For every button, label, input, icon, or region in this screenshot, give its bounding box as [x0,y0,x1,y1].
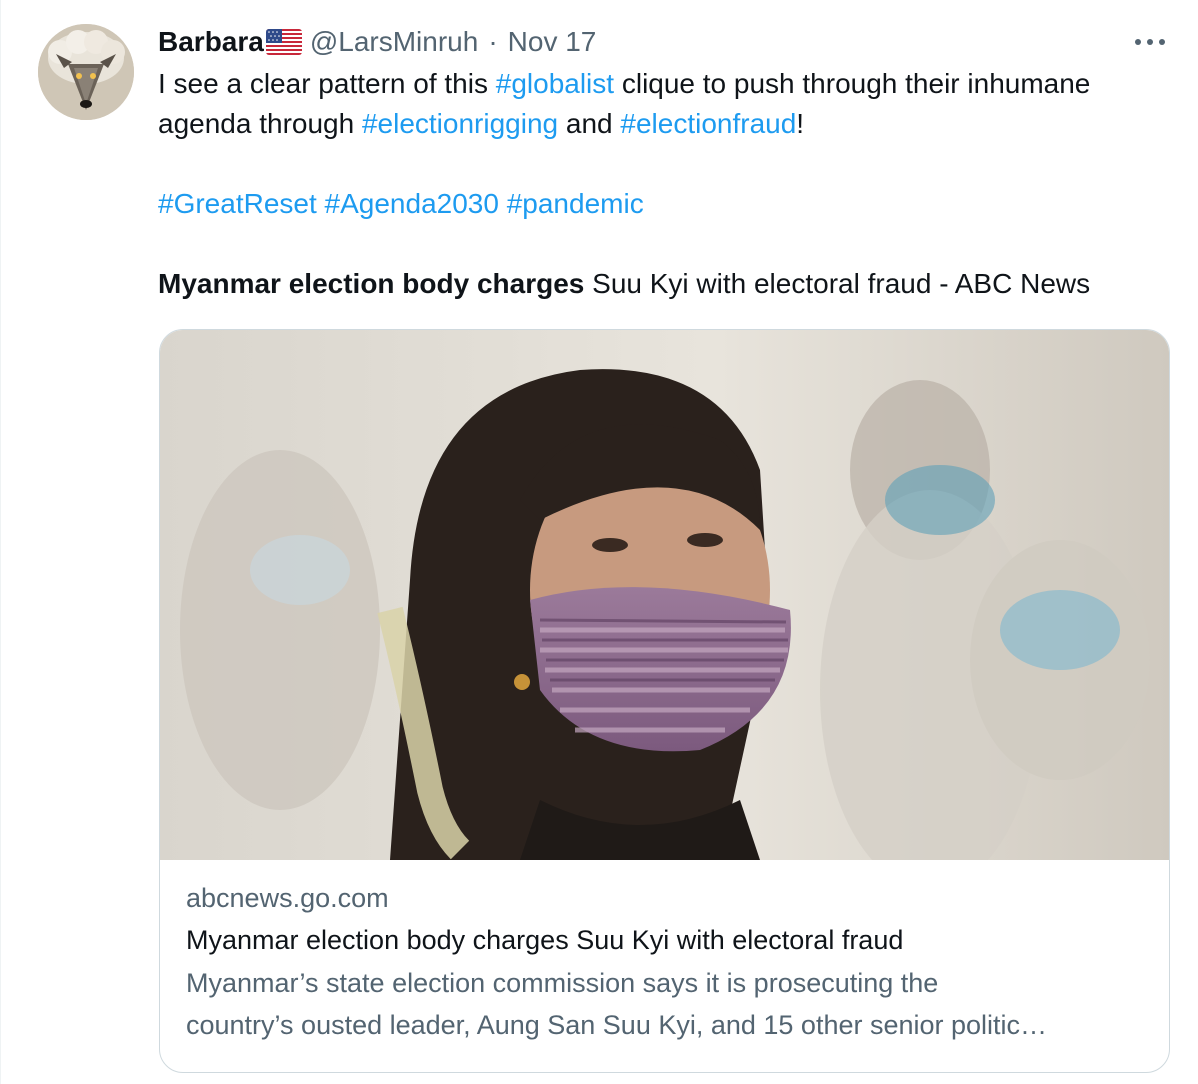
wolf-avatar-icon [38,24,134,120]
link-preview-card[interactable]: abcnews.go.com Myanmar election body cha… [159,329,1170,1073]
headline-bold: Myanmar election body charges [158,268,585,299]
header-separator: · [488,26,498,57]
timeline-border [0,0,1,1084]
user-handle[interactable]: @LarsMinruh [310,26,478,58]
us-flag-icon [265,29,302,55]
card-title: Myanmar election body charges Suu Kyi wi… [186,925,904,955]
text-segment: ! [796,108,805,139]
more-options-button[interactable] [1124,24,1176,60]
tweet-line-2: agenda through #electionrigging and #ele… [158,104,1178,144]
card-meta: abcnews.go.com Myanmar election body cha… [186,878,1146,1046]
hashtag-electionfraud[interactable]: #electionfraud [620,108,796,139]
card-photo[interactable] [160,330,1169,860]
card-domain: abcnews.go.com [186,883,389,913]
text-segment: and [558,108,621,139]
hashtag-electionrigging[interactable]: #electionrigging [362,108,558,139]
news-photo-image [160,330,1169,860]
text-segment: agenda through [158,108,362,139]
tweet-line-1: I see a clear pattern of this #globalist… [158,64,1178,104]
tweet-hashtag-line: #GreatReset #Agenda2030 #pandemic [158,184,1178,224]
hashtag-greatreset[interactable]: #GreatReset [158,188,317,219]
tweet-header: Barbara @LarsMinruh · Nov 17 [158,24,596,60]
text-segment: I see a clear pattern of this [158,68,496,99]
hashtag-globalist[interactable]: #globalist [496,68,614,99]
more-options-icon [1135,39,1165,45]
card-description: Myanmar’s state election commission says… [186,962,1146,1046]
tweet-headline-line: Myanmar election body charges Suu Kyi wi… [158,264,1178,304]
hashtag-pandemic[interactable]: #pandemic [507,188,644,219]
card-description-line: country’s ousted leader, Aung San Suu Ky… [186,1010,1048,1040]
display-name[interactable]: Barbara [158,26,264,58]
avatar[interactable] [38,24,134,120]
tweet-date[interactable]: Nov 17 [508,26,597,58]
card-description-line: Myanmar’s state election commission says… [186,968,939,998]
tweet-text: I see a clear pattern of this #globalist… [158,64,1178,304]
hashtag-agenda2030[interactable]: #Agenda2030 [325,188,499,219]
headline-rest: Suu Kyi with electoral fraud - ABC News [584,268,1091,299]
text-segment: clique to push through their inhumane [614,68,1091,99]
